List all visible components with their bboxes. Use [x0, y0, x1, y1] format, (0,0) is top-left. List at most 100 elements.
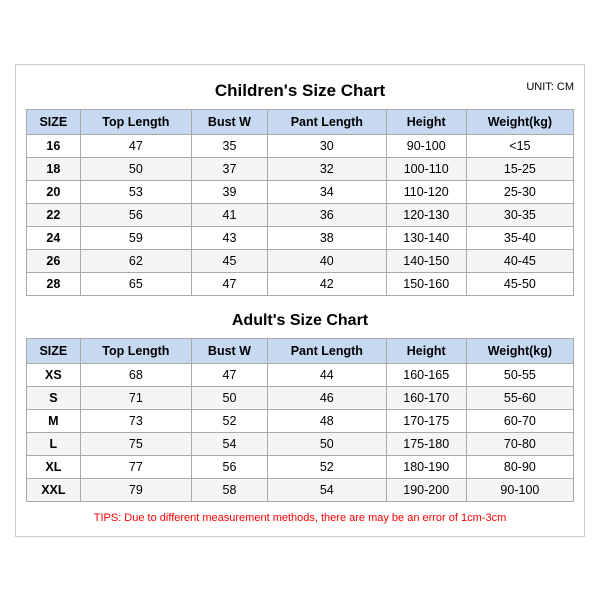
table-cell: 18 — [27, 157, 81, 180]
table-cell: 52 — [191, 409, 267, 432]
table-cell: 44 — [267, 363, 386, 386]
table-row: XL775652180-19080-90 — [27, 455, 574, 478]
adult-col-header-weight: Weight(kg) — [466, 338, 573, 363]
table-cell: 47 — [191, 272, 267, 295]
table-cell: 160-170 — [386, 386, 466, 409]
adult-col-header-height: Height — [386, 338, 466, 363]
table-cell: L — [27, 432, 81, 455]
table-cell: 170-175 — [386, 409, 466, 432]
adult-col-header-bust-w: Bust W — [191, 338, 267, 363]
table-cell: 65 — [80, 272, 191, 295]
table-cell: 38 — [267, 226, 386, 249]
table-cell: 175-180 — [386, 432, 466, 455]
table-cell: 54 — [191, 432, 267, 455]
table-cell: 45-50 — [466, 272, 573, 295]
table-cell: 110-120 — [386, 180, 466, 203]
table-cell: 75 — [80, 432, 191, 455]
table-cell: 130-140 — [386, 226, 466, 249]
adult-col-header-top-length: Top Length — [80, 338, 191, 363]
size-chart-container: Children's Size Chart UNIT: CM SIZE Top … — [15, 64, 585, 537]
table-row: 28654742150-16045-50 — [27, 272, 574, 295]
table-cell: XXL — [27, 478, 81, 501]
table-cell: 58 — [191, 478, 267, 501]
table-cell: 43 — [191, 226, 267, 249]
table-cell: 30 — [267, 134, 386, 157]
table-cell: 50-55 — [466, 363, 573, 386]
table-cell: 55-60 — [466, 386, 573, 409]
unit-label: UNIT: CM — [526, 81, 574, 93]
table-cell: 77 — [80, 455, 191, 478]
table-cell: 45 — [191, 249, 267, 272]
table-cell: 90-100 — [386, 134, 466, 157]
table-row: 18503732100-11015-25 — [27, 157, 574, 180]
table-cell: <15 — [466, 134, 573, 157]
table-cell: 20 — [27, 180, 81, 203]
children-header-row: SIZE Top Length Bust W Pant Length Heigh… — [27, 109, 574, 134]
adult-title-text: Adult's Size Chart — [232, 312, 368, 329]
table-row: 20533934110-12025-30 — [27, 180, 574, 203]
table-cell: 37 — [191, 157, 267, 180]
table-cell: 190-200 — [386, 478, 466, 501]
table-row: XS684744160-16550-55 — [27, 363, 574, 386]
table-cell: 180-190 — [386, 455, 466, 478]
table-cell: 59 — [80, 226, 191, 249]
table-cell: 150-160 — [386, 272, 466, 295]
table-cell: M — [27, 409, 81, 432]
children-title-text: Children's Size Chart — [215, 81, 385, 100]
table-cell: 50 — [191, 386, 267, 409]
tips-text: TIPS: Due to different measurement metho… — [26, 510, 574, 526]
table-cell: 70-80 — [466, 432, 573, 455]
table-cell: 48 — [267, 409, 386, 432]
table-cell: 50 — [267, 432, 386, 455]
table-cell: 15-25 — [466, 157, 573, 180]
table-cell: 36 — [267, 203, 386, 226]
table-row: 24594338130-14035-40 — [27, 226, 574, 249]
table-cell: 16 — [27, 134, 81, 157]
table-row: 22564136120-13030-35 — [27, 203, 574, 226]
table-cell: XL — [27, 455, 81, 478]
table-cell: 40 — [267, 249, 386, 272]
table-cell: 140-150 — [386, 249, 466, 272]
table-row: S715046160-17055-60 — [27, 386, 574, 409]
table-cell: 62 — [80, 249, 191, 272]
col-header-weight: Weight(kg) — [466, 109, 573, 134]
col-header-pant-length: Pant Length — [267, 109, 386, 134]
table-cell: 46 — [267, 386, 386, 409]
table-cell: 56 — [80, 203, 191, 226]
table-cell: 22 — [27, 203, 81, 226]
table-cell: 35-40 — [466, 226, 573, 249]
table-row: XXL795854190-20090-100 — [27, 478, 574, 501]
table-cell: 120-130 — [386, 203, 466, 226]
table-cell: 32 — [267, 157, 386, 180]
table-row: 26624540140-15040-45 — [27, 249, 574, 272]
col-header-bust-w: Bust W — [191, 109, 267, 134]
table-cell: 50 — [80, 157, 191, 180]
table-cell: 30-35 — [466, 203, 573, 226]
table-cell: 39 — [191, 180, 267, 203]
table-cell: 56 — [191, 455, 267, 478]
table-cell: 60-70 — [466, 409, 573, 432]
col-header-height: Height — [386, 109, 466, 134]
table-cell: 53 — [80, 180, 191, 203]
table-cell: 24 — [27, 226, 81, 249]
table-cell: 100-110 — [386, 157, 466, 180]
table-cell: 26 — [27, 249, 81, 272]
adult-chart-title: Adult's Size Chart — [26, 304, 574, 332]
col-header-size: SIZE — [27, 109, 81, 134]
table-cell: 42 — [267, 272, 386, 295]
adult-size-table: SIZE Top Length Bust W Pant Length Heigh… — [26, 338, 574, 502]
table-cell: 90-100 — [466, 478, 573, 501]
table-cell: 80-90 — [466, 455, 573, 478]
table-cell: 25-30 — [466, 180, 573, 203]
adult-header-row: SIZE Top Length Bust W Pant Length Heigh… — [27, 338, 574, 363]
table-cell: 28 — [27, 272, 81, 295]
table-cell: 47 — [80, 134, 191, 157]
table-cell: XS — [27, 363, 81, 386]
adult-col-header-size: SIZE — [27, 338, 81, 363]
col-header-top-length: Top Length — [80, 109, 191, 134]
table-cell: 52 — [267, 455, 386, 478]
adult-col-header-pant-length: Pant Length — [267, 338, 386, 363]
children-size-table: SIZE Top Length Bust W Pant Length Heigh… — [26, 109, 574, 296]
table-cell: 54 — [267, 478, 386, 501]
table-cell: 40-45 — [466, 249, 573, 272]
